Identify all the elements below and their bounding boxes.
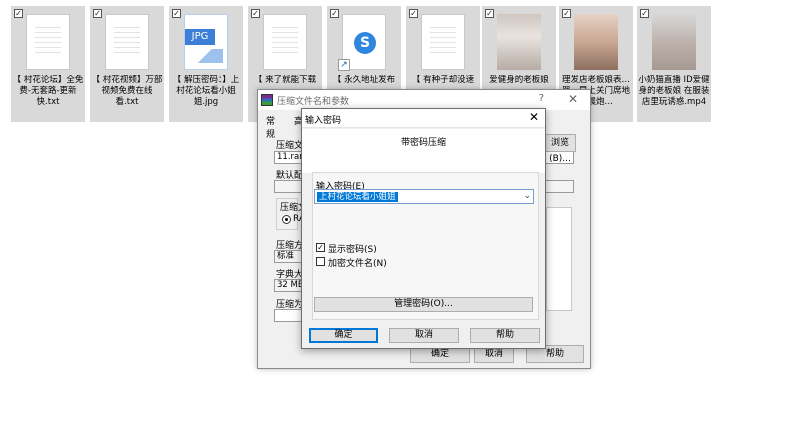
shortcut-arrow-icon: ↗ [338,59,350,71]
file-name: 【 永久地址发布 [332,75,396,85]
help-question-icon[interactable]: ? [539,93,544,104]
desktop-file[interactable]: ✓ 【 村花视频】万部视频免费在线看.txt [90,6,164,122]
rar-format-radio[interactable] [282,215,291,224]
text-file-icon [263,14,307,70]
password-value: 上村花论坛看小姐姐 [317,192,398,202]
password-dialog-titlebar[interactable]: 输入密码 ✕ [302,109,545,128]
file-name: 【 村花论坛】全免费-无套路-更新快.txt [12,75,84,107]
file-name: 爱健身的老板娘 [489,75,549,85]
photo-thumbnail-icon [497,14,541,70]
text-file-icon [105,14,149,70]
help-button[interactable]: 帮助 [470,328,540,343]
photo-thumbnail-icon [574,14,618,70]
dialog-heading: 带密码压缩 [400,138,446,148]
archive-dialog-titlebar[interactable]: 压缩文件名和参数 ? ✕ [258,90,590,110]
file-select-checkbox[interactable]: ✓ [330,9,339,18]
desktop-file[interactable]: ✓ 小奶猫直播 ID爱健身的老板娘 在服装店里玩诱惑.mp4 [637,6,711,122]
jpg-file-icon: JPG [184,14,228,70]
browse-button[interactable]: 浏览(B)... [544,134,576,164]
file-name: 小奶猫直播 ID爱健身的老板娘 在服装店里玩诱惑.mp4 [638,75,710,107]
desktop-file[interactable]: ✓ 【 村花论坛】全免费-无套路-更新快.txt [11,6,85,122]
organize-passwords-button[interactable]: 管理密码(O)... [314,297,533,312]
compression-method-dropdown[interactable]: 标准 [274,250,304,263]
file-name: 【 解压密码：】上村花论坛看小姐姐.jpg [172,75,240,107]
archive-name-label: 压缩文 [276,141,304,151]
text-file-icon [26,14,70,70]
jpg-badge: JPG [185,29,215,45]
password-dialog-title: 输入密码 [305,116,342,126]
file-select-checkbox[interactable]: ✓ [93,9,102,18]
browser-logo-icon: S [354,32,376,54]
close-icon[interactable]: ✕ [568,92,578,106]
dictionary-size-dropdown[interactable]: 32 MB [274,279,304,292]
tab-general[interactable]: 常规 [266,114,275,140]
text-file-icon [421,14,465,70]
encrypt-filenames-label: 加密文件名(N) [328,259,387,269]
show-password-checkbox[interactable]: ✓ [316,243,325,252]
file-select-checkbox[interactable]: ✓ [251,9,260,18]
password-input[interactable]: 上村花论坛看小姐姐 ⌄ [314,189,534,204]
cancel-button[interactable]: 取消 [389,328,459,343]
encrypt-filenames-checkbox[interactable] [316,257,325,266]
show-password-label: 显示密码(S) [328,245,377,255]
archive-dialog-title: 压缩文件名和参数 [277,97,350,107]
archive-options-list[interactable] [546,207,572,311]
file-name: 【 村花视频】万部视频免费在线看.txt [91,75,163,107]
ok-button[interactable]: 确定 [309,328,378,343]
file-name: 【 来了就能下载 [253,75,317,85]
file-select-checkbox[interactable]: ✓ [14,9,23,18]
password-dialog: 输入密码 ✕ 带密码压缩 输入密码(E) 上村花论坛看小姐姐 ⌄ ✓ 显示密码(… [301,108,546,349]
close-icon[interactable]: ✕ [529,110,539,124]
split-volumes-input[interactable] [274,309,304,322]
file-select-checkbox[interactable]: ✓ [640,9,649,18]
file-select-checkbox[interactable]: ✓ [562,9,571,18]
file-select-checkbox[interactable]: ✓ [409,9,418,18]
video-thumbnail-icon [652,14,696,70]
chevron-down-icon[interactable]: ⌄ [523,190,531,203]
desktop-file[interactable]: ✓ JPG 【 解压密码：】上村花论坛看小姐姐.jpg [169,6,243,122]
shortcut-file-icon: S ↗ [338,14,386,71]
file-name: 【 有种子却没速 [411,75,475,85]
winrar-app-icon [261,94,273,106]
file-select-checkbox[interactable]: ✓ [172,9,181,18]
file-select-checkbox[interactable]: ✓ [485,9,494,18]
